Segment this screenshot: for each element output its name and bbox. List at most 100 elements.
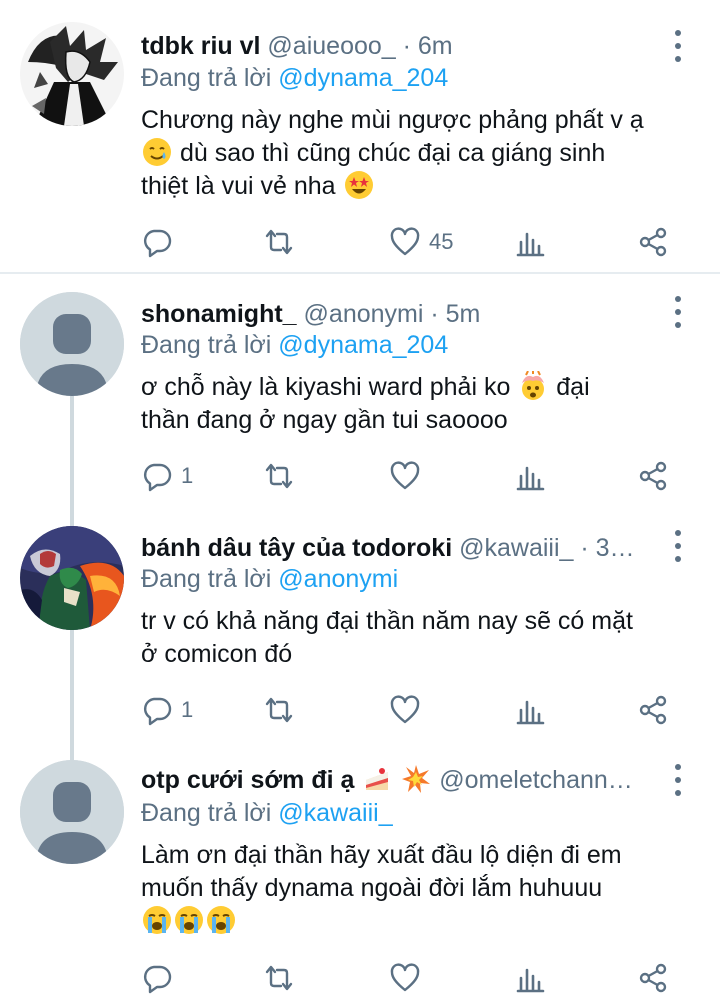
avatar-image bbox=[20, 22, 124, 126]
emoji-line bbox=[141, 905, 701, 938]
reply-button[interactable] bbox=[141, 958, 181, 998]
exploding-head-emoji bbox=[522, 371, 545, 400]
cake-emoji bbox=[366, 768, 389, 790]
retweet-button[interactable] bbox=[263, 690, 295, 730]
like-count: 45 bbox=[429, 229, 454, 254]
tweet[interactable]: tdbk riu vl @aiueooo_ · 6m Đang trả lời … bbox=[0, 0, 720, 272]
share-button[interactable] bbox=[637, 690, 669, 730]
analytics-button[interactable] bbox=[515, 456, 547, 496]
reply-icon bbox=[143, 697, 172, 726]
reply-icon bbox=[143, 463, 172, 492]
default-avatar-image bbox=[20, 292, 124, 396]
tweet-text: tr v có khả năng đại thần năm nay sẽ có … bbox=[141, 605, 701, 671]
more-options-icon[interactable] bbox=[668, 530, 688, 562]
display-name[interactable]: otp cưới sớm đi ạ bbox=[141, 766, 354, 794]
mention-link[interactable]: @kawaiii_ bbox=[278, 799, 392, 827]
more-options-icon[interactable] bbox=[668, 296, 688, 328]
reply-count: 1 bbox=[181, 463, 194, 488]
retweet-icon bbox=[265, 697, 293, 723]
heart-icon bbox=[390, 695, 420, 724]
display-name[interactable]: shonamight_ bbox=[141, 300, 297, 328]
tweet-text-line: Chương này nghe mùi ngược phảng phất v ạ bbox=[141, 106, 644, 134]
more-options-icon[interactable] bbox=[668, 30, 688, 62]
reply-prefix: Đang trả lời bbox=[141, 565, 272, 593]
tweet[interactable]: bánh dâu tây của todoroki @kawaiii_ · 3…… bbox=[0, 502, 720, 742]
avatar[interactable] bbox=[20, 22, 124, 126]
tweet-text: ơ chỗ này là kiyashi ward phải ko đại th… bbox=[141, 371, 701, 437]
more-options-icon[interactable] bbox=[668, 764, 688, 796]
handle-and-time[interactable]: @aiueooo_ · 6m bbox=[267, 32, 452, 60]
reply-prefix: Đang trả lời bbox=[141, 64, 272, 92]
retweet-button[interactable] bbox=[263, 222, 295, 262]
loudly-crying-face-emoji bbox=[175, 906, 203, 934]
like-button[interactable]: 45 bbox=[389, 222, 453, 262]
analytics-icon bbox=[516, 466, 545, 491]
avatar-image bbox=[20, 526, 124, 630]
mention-link[interactable]: @dynama_204 bbox=[278, 64, 448, 92]
tweet[interactable]: shonamight_ @anonymi · 5m Đang trả lời @… bbox=[0, 268, 720, 508]
share-button[interactable] bbox=[637, 222, 669, 262]
reply-count: 1 bbox=[181, 697, 194, 722]
tweet-text: Chương này nghe mùi ngược phảng phất v ạ… bbox=[141, 104, 701, 203]
tweet-text-line: ơ chỗ này là kiyashi ward phải ko bbox=[141, 373, 511, 401]
share-icon bbox=[639, 963, 667, 993]
loudly-crying-face-emoji bbox=[207, 906, 235, 934]
reply-icon bbox=[143, 965, 172, 994]
collision-emoji bbox=[402, 765, 431, 793]
handle-and-time[interactable]: @kawaiii_ · 3… bbox=[459, 534, 634, 562]
tweet-text-line: dù sao thì cũng chúc đại ca giáng sinh bbox=[179, 139, 606, 167]
retweet-button[interactable] bbox=[263, 958, 295, 998]
share-button[interactable] bbox=[637, 456, 669, 496]
tweet-text-line: ở comicon đó bbox=[141, 640, 293, 668]
loudly-crying-face-emoji bbox=[143, 906, 171, 934]
analytics-icon bbox=[516, 700, 545, 725]
heart-icon bbox=[390, 461, 420, 490]
tweet-text: Làm ơn đại thần hãy xuất đầu lộ diện đi … bbox=[141, 839, 701, 938]
handle-and-time[interactable]: @anonymi · 5m bbox=[304, 300, 481, 328]
reply-button[interactable]: 1 bbox=[141, 690, 193, 730]
reply-context: Đang trả lời @anonymi bbox=[141, 563, 398, 595]
reply-prefix: Đang trả lời bbox=[141, 799, 272, 827]
share-button[interactable] bbox=[637, 958, 669, 998]
analytics-icon bbox=[516, 968, 545, 993]
analytics-button[interactable] bbox=[515, 690, 547, 730]
tweet-text-line: thiệt là vui vẻ nha bbox=[141, 172, 336, 200]
like-button[interactable] bbox=[389, 456, 429, 496]
retweet-icon bbox=[265, 229, 293, 255]
share-icon bbox=[639, 461, 667, 491]
display-name[interactable]: tdbk riu vl bbox=[141, 32, 260, 60]
avatar[interactable] bbox=[20, 526, 124, 630]
display-name[interactable]: bánh dâu tây của todoroki bbox=[141, 534, 452, 562]
mention-link[interactable]: @anonymi bbox=[278, 565, 398, 593]
share-icon bbox=[639, 227, 667, 257]
analytics-button[interactable] bbox=[515, 958, 547, 998]
analytics-icon bbox=[516, 232, 545, 257]
reply-context: Đang trả lời @dynama_204 bbox=[141, 62, 448, 94]
reply-button[interactable]: 1 bbox=[141, 456, 193, 496]
like-button[interactable] bbox=[389, 958, 429, 998]
reply-context: Đang trả lời @dynama_204 bbox=[141, 329, 448, 361]
reply-context: Đang trả lời @kawaiii_ bbox=[141, 797, 393, 829]
like-button[interactable] bbox=[389, 690, 429, 730]
reply-button[interactable] bbox=[141, 222, 181, 262]
retweet-button[interactable] bbox=[263, 456, 295, 496]
tweet[interactable]: otp cưới sớm đi ạ @omeletchann… Đang trả… bbox=[0, 736, 720, 1006]
avatar[interactable] bbox=[20, 292, 124, 396]
smiling-face-with-tear-emoji bbox=[143, 138, 171, 166]
retweet-icon bbox=[265, 965, 293, 991]
default-avatar-image bbox=[20, 760, 124, 864]
reply-prefix: Đang trả lời bbox=[141, 331, 272, 359]
avatar[interactable] bbox=[20, 760, 124, 864]
tweet-text-line: Làm ơn đại thần hãy xuất đầu lộ diện đi … bbox=[141, 841, 622, 869]
tweet-text-line: muốn thấy dynama ngoài đời lắm huhuuu bbox=[141, 874, 603, 902]
heart-icon bbox=[390, 963, 420, 992]
tweet-text-line: đại bbox=[556, 373, 590, 401]
handle[interactable]: @omeletchann… bbox=[439, 766, 633, 794]
retweet-icon bbox=[265, 463, 293, 489]
analytics-button[interactable] bbox=[515, 222, 547, 262]
heart-icon bbox=[390, 227, 420, 256]
mention-link[interactable]: @dynama_204 bbox=[278, 331, 448, 359]
tweet-text-line: thần đang ở ngay gần tui saoooo bbox=[141, 406, 508, 434]
tweet-text-line: tr v có khả năng đại thần năm nay sẽ có … bbox=[141, 607, 633, 635]
share-icon bbox=[639, 695, 667, 725]
